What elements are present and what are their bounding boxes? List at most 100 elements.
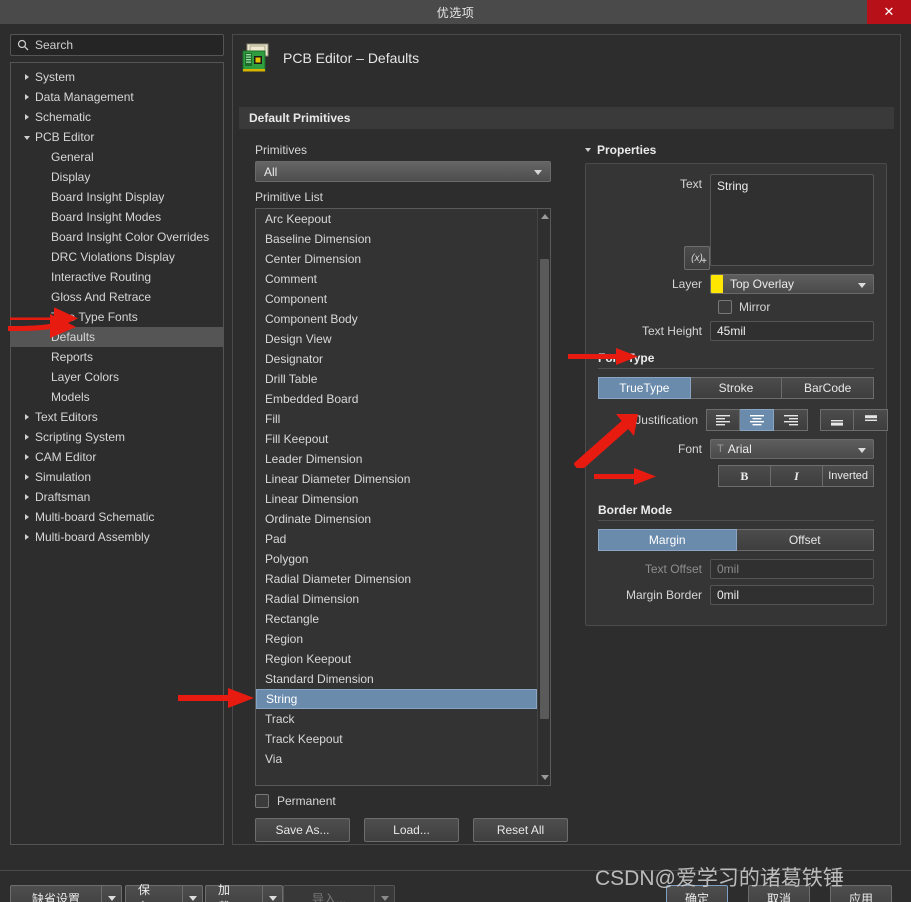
list-item[interactable]: Drill Table: [256, 369, 537, 389]
permanent-row[interactable]: Permanent: [255, 794, 573, 808]
sidebar-item-pcb-editor[interactable]: PCB Editor: [11, 127, 223, 147]
footer-split-button-2[interactable]: 加载...: [205, 885, 283, 902]
add-parameter-button[interactable]: (x) +: [684, 246, 710, 270]
list-item[interactable]: Leader Dimension: [256, 449, 537, 469]
layer-select[interactable]: Top Overlay: [710, 274, 874, 294]
sidebar-item-multi-board-schematic[interactable]: Multi-board Schematic: [11, 507, 223, 527]
sidebar-item-schematic[interactable]: Schematic: [11, 107, 223, 127]
list-item[interactable]: Track Keepout: [256, 729, 537, 749]
list-item[interactable]: Component Body: [256, 309, 537, 329]
chevron-right-icon[interactable]: [19, 454, 35, 460]
sidebar-item-general[interactable]: General: [11, 147, 223, 167]
sidebar-item-scripting-system[interactable]: Scripting System: [11, 427, 223, 447]
search-input[interactable]: Search: [10, 34, 224, 56]
align-left-icon[interactable]: [706, 409, 740, 431]
list-item[interactable]: String: [256, 689, 537, 709]
text-height-field[interactable]: 45mil: [710, 321, 874, 341]
border-mode-segmented[interactable]: MarginOffset: [598, 529, 874, 551]
sidebar-item-defaults[interactable]: Defaults: [11, 327, 223, 347]
list-item[interactable]: Region Keepout: [256, 649, 537, 669]
border-mode-margin-button[interactable]: Margin: [598, 529, 737, 551]
save-as-button[interactable]: Save As...: [255, 818, 350, 842]
sidebar-item-system[interactable]: System: [11, 67, 223, 87]
load-button[interactable]: Load...: [364, 818, 459, 842]
chevron-right-icon[interactable]: [19, 74, 35, 80]
sidebar-item-layer-colors[interactable]: Layer Colors: [11, 367, 223, 387]
text-field[interactable]: String: [710, 174, 874, 266]
footer-split-button-1[interactable]: 保存...: [125, 885, 203, 902]
list-item[interactable]: Comment: [256, 269, 537, 289]
sidebar-item-board-insight-color-overrides[interactable]: Board Insight Color Overrides: [11, 227, 223, 247]
mirror-row[interactable]: Mirror: [718, 300, 874, 314]
chevron-down-icon[interactable]: [183, 885, 203, 902]
chevron-right-icon[interactable]: [19, 94, 35, 100]
list-item[interactable]: Linear Diameter Dimension: [256, 469, 537, 489]
chevron-down-icon[interactable]: [375, 885, 395, 902]
sidebar-item-display[interactable]: Display: [11, 167, 223, 187]
sidebar-item-interactive-routing[interactable]: Interactive Routing: [11, 267, 223, 287]
font-type-stroke-button[interactable]: Stroke: [691, 377, 783, 399]
sidebar-item-reports[interactable]: Reports: [11, 347, 223, 367]
list-item[interactable]: Ordinate Dimension: [256, 509, 537, 529]
sidebar-item-true-type-fonts[interactable]: True Type Fonts: [11, 307, 223, 327]
chevron-right-icon[interactable]: [19, 114, 35, 120]
settings-tree[interactable]: SystemData ManagementSchematicPCB Editor…: [10, 62, 224, 845]
close-icon[interactable]: ✕: [867, 0, 911, 24]
bold-button[interactable]: B: [718, 465, 771, 487]
reset-all-button[interactable]: Reset All: [473, 818, 568, 842]
footer-split-button-0[interactable]: 缺省设置: [10, 885, 122, 902]
footer-split-button-label-0[interactable]: 缺省设置: [10, 885, 102, 902]
align-bottom-icon[interactable]: [820, 409, 854, 431]
primitive-list-scrollbar[interactable]: [537, 209, 550, 785]
list-item[interactable]: Standard Dimension: [256, 669, 537, 689]
chevron-right-icon[interactable]: [19, 414, 35, 420]
sidebar-item-board-insight-display[interactable]: Board Insight Display: [11, 187, 223, 207]
inverted-button[interactable]: Inverted: [823, 465, 874, 487]
list-item[interactable]: Arc Keepout: [256, 209, 537, 229]
list-item[interactable]: Center Dimension: [256, 249, 537, 269]
scroll-down-icon[interactable]: [538, 771, 551, 784]
list-item[interactable]: Embedded Board: [256, 389, 537, 409]
scroll-up-icon[interactable]: [538, 210, 551, 223]
chevron-right-icon[interactable]: [19, 534, 35, 540]
sidebar-item-drc-violations-display[interactable]: DRC Violations Display: [11, 247, 223, 267]
list-item[interactable]: Designator: [256, 349, 537, 369]
font-type-truetype-button[interactable]: TrueType: [598, 377, 691, 399]
list-item[interactable]: Component: [256, 289, 537, 309]
footer-split-button-3[interactable]: 导入...: [283, 885, 395, 902]
list-item[interactable]: Polygon: [256, 549, 537, 569]
border-mode-offset-button[interactable]: Offset: [737, 529, 875, 551]
align-top-icon[interactable]: [854, 409, 888, 431]
mirror-checkbox[interactable]: [718, 300, 732, 314]
list-item[interactable]: Region: [256, 629, 537, 649]
sidebar-item-simulation[interactable]: Simulation: [11, 467, 223, 487]
chevron-right-icon[interactable]: [19, 494, 35, 500]
footer-split-button-label-2[interactable]: 加载...: [205, 885, 263, 902]
sidebar-item-board-insight-modes[interactable]: Board Insight Modes: [11, 207, 223, 227]
dialog-button-1[interactable]: 取消: [748, 885, 810, 902]
sidebar-item-text-editors[interactable]: Text Editors: [11, 407, 223, 427]
font-style-group[interactable]: B I Inverted: [718, 465, 874, 487]
list-item[interactable]: Via: [256, 749, 537, 769]
font-type-segmented[interactable]: TrueTypeStrokeBarCode: [598, 377, 874, 399]
primitive-list[interactable]: Arc KeepoutBaseline DimensionCenter Dime…: [255, 208, 551, 786]
list-item[interactable]: Radial Dimension: [256, 589, 537, 609]
list-item[interactable]: Radial Diameter Dimension: [256, 569, 537, 589]
font-select[interactable]: T Arial: [710, 439, 874, 459]
chevron-right-icon[interactable]: [19, 514, 35, 520]
chevron-down-icon[interactable]: [19, 134, 35, 140]
list-item[interactable]: Fill Keepout: [256, 429, 537, 449]
sidebar-item-cam-editor[interactable]: CAM Editor: [11, 447, 223, 467]
primitives-filter-select[interactable]: All: [255, 161, 551, 182]
justification-horizontal-group[interactable]: [706, 409, 808, 431]
sidebar-item-multi-board-assembly[interactable]: Multi-board Assembly: [11, 527, 223, 547]
align-center-icon[interactable]: [740, 409, 774, 431]
dialog-button-2[interactable]: 应用: [830, 885, 892, 902]
footer-split-button-label-3[interactable]: 导入...: [283, 885, 375, 902]
list-item[interactable]: Rectangle: [256, 609, 537, 629]
list-item[interactable]: Baseline Dimension: [256, 229, 537, 249]
font-type-barcode-button[interactable]: BarCode: [782, 377, 874, 399]
dialog-button-0[interactable]: 确定: [666, 885, 728, 902]
chevron-right-icon[interactable]: [19, 434, 35, 440]
align-right-icon[interactable]: [774, 409, 808, 431]
